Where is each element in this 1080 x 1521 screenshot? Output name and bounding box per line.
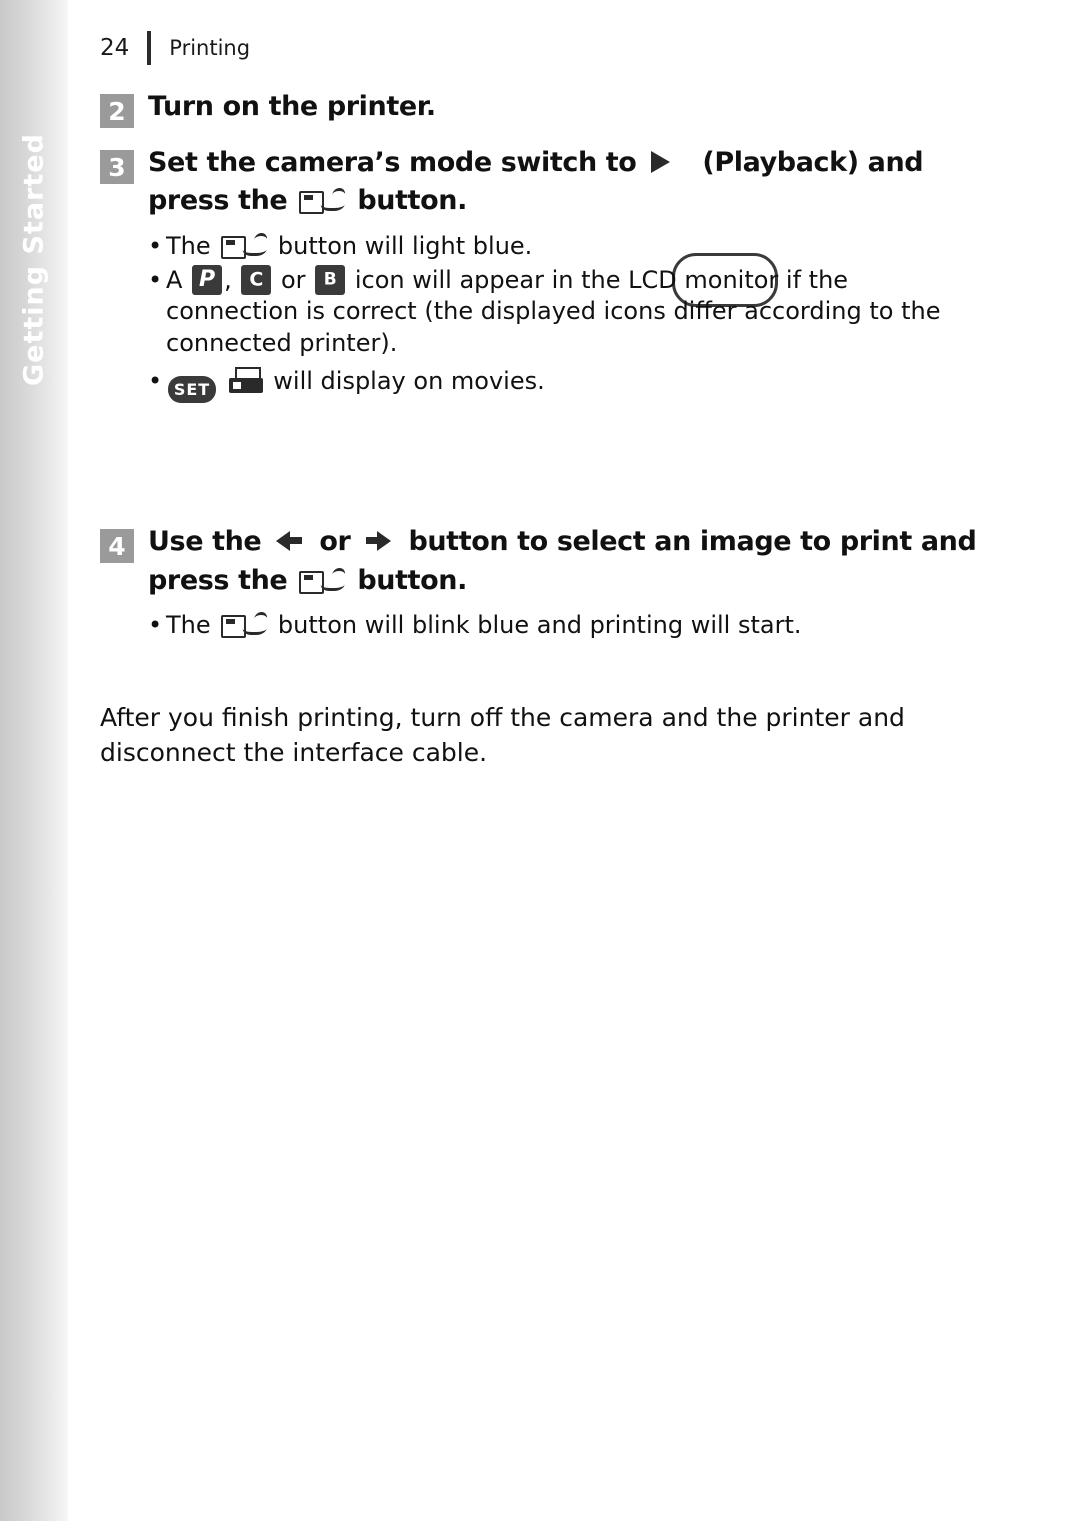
page-number: 24 (100, 35, 130, 61)
bullet-movies: • SET will display on movies. (148, 366, 980, 404)
canon-selphy-icon: C (241, 264, 272, 295)
bullet-marker: • (148, 367, 163, 396)
step-3-text: Set the camera’s mode switch to (Playbac… (148, 144, 924, 221)
bullet-2-mid2: or (280, 265, 306, 294)
bullet-print-blink-blue-text: The button will blink blue and printing … (166, 610, 980, 642)
page-title: Printing (169, 36, 251, 60)
direct-print-button-icon (221, 233, 269, 259)
step-3-text-a: Set the camera’s mode switch to (148, 147, 637, 178)
bullet-3-tail: will display on movies. (273, 367, 545, 396)
step-4-bullets: • The button will blink blue and printin… (148, 610, 980, 642)
step-3: 3 Set the camera’s mode switch to (Playb… (100, 144, 980, 221)
direct-print-button-icon (221, 612, 269, 638)
bullet-marker: • (148, 265, 163, 294)
bullet-2-lead: A (166, 265, 183, 294)
header-divider (147, 31, 152, 65)
bullet-1-lead: The (166, 231, 211, 260)
bullet-4-lead: The (166, 610, 211, 639)
canon-selphy-icon-glyph: C (249, 268, 264, 291)
page-header: 24 Printing (100, 30, 250, 66)
left-arrow-button-icon (274, 528, 306, 554)
chapter-side-tab: Getting Started (0, 0, 68, 1521)
pictbridge-icon-glyph: P (199, 266, 216, 292)
step-4-number: 4 (100, 529, 134, 564)
bullet-print-light-blue-text: The button will light blue. (166, 231, 980, 263)
step-3-number: 3 (100, 150, 134, 184)
bullet-connection-icons: • A P, C or B icon will appear in the LC… (148, 264, 980, 361)
bullet-print-light-blue: • The button will light blue. (148, 231, 980, 263)
set-button-icon: SET (168, 376, 216, 404)
pictbridge-icon: P (192, 264, 223, 295)
playback-mode-icon (647, 147, 691, 177)
chapter-side-tab-label: Getting Started (18, 133, 50, 387)
closing-paragraph: After you finish printing, turn off the … (100, 702, 905, 767)
right-arrow-button-icon (363, 528, 395, 554)
step-4-text-d: press the (148, 564, 288, 596)
bullet-2-mid1: , (224, 265, 232, 294)
step-2: 2 Turn on the printer. (100, 88, 980, 128)
page-content: 2 Turn on the printer. 3 Set the camera’… (100, 88, 980, 770)
step-3-text-c: press the (148, 185, 288, 217)
step-4-text-a: Use the (148, 526, 262, 558)
direct-print-button-icon (299, 188, 347, 215)
step-3-bullets: • The button will light blue. • A P, C o… (148, 231, 980, 404)
movie-print-icon (228, 367, 263, 395)
bullet-marker: • (148, 231, 163, 260)
direct-print-button-icon (299, 568, 347, 594)
step-3-text-b: (Playback) and (702, 147, 924, 178)
bubble-jet-icon-glyph: B (323, 269, 337, 290)
bullet-print-blink-blue: • The button will blink blue and printin… (148, 610, 980, 642)
bullet-movies-text: SET will display on movies. (166, 366, 980, 404)
step-2-number: 2 (100, 94, 134, 128)
step-4-text-e: button. (357, 564, 467, 596)
bullet-1-tail: button will light blue. (277, 231, 533, 260)
bubble-jet-icon: B (315, 264, 346, 295)
bullet-4-tail: button will blink blue and printing will… (277, 610, 802, 639)
bullet-marker: • (148, 610, 163, 639)
step-4-wrapper: 4 Use the or button to select an image t… (100, 523, 980, 642)
step-4-text-c: button to select an image to print and (408, 526, 977, 558)
step-4: 4 Use the or button to select an image t… (100, 523, 980, 600)
step-4-text: Use the or button to select an image to … (148, 523, 977, 600)
step-3-text-d: button. (357, 185, 467, 217)
step-2-text-main: Turn on the printer. (148, 91, 436, 122)
bullet-connection-icons-text: A P, C or B icon will appear in the LCD … (166, 264, 980, 361)
step-4-text-b: or (319, 526, 351, 558)
step-2-text: Turn on the printer. (148, 88, 436, 126)
